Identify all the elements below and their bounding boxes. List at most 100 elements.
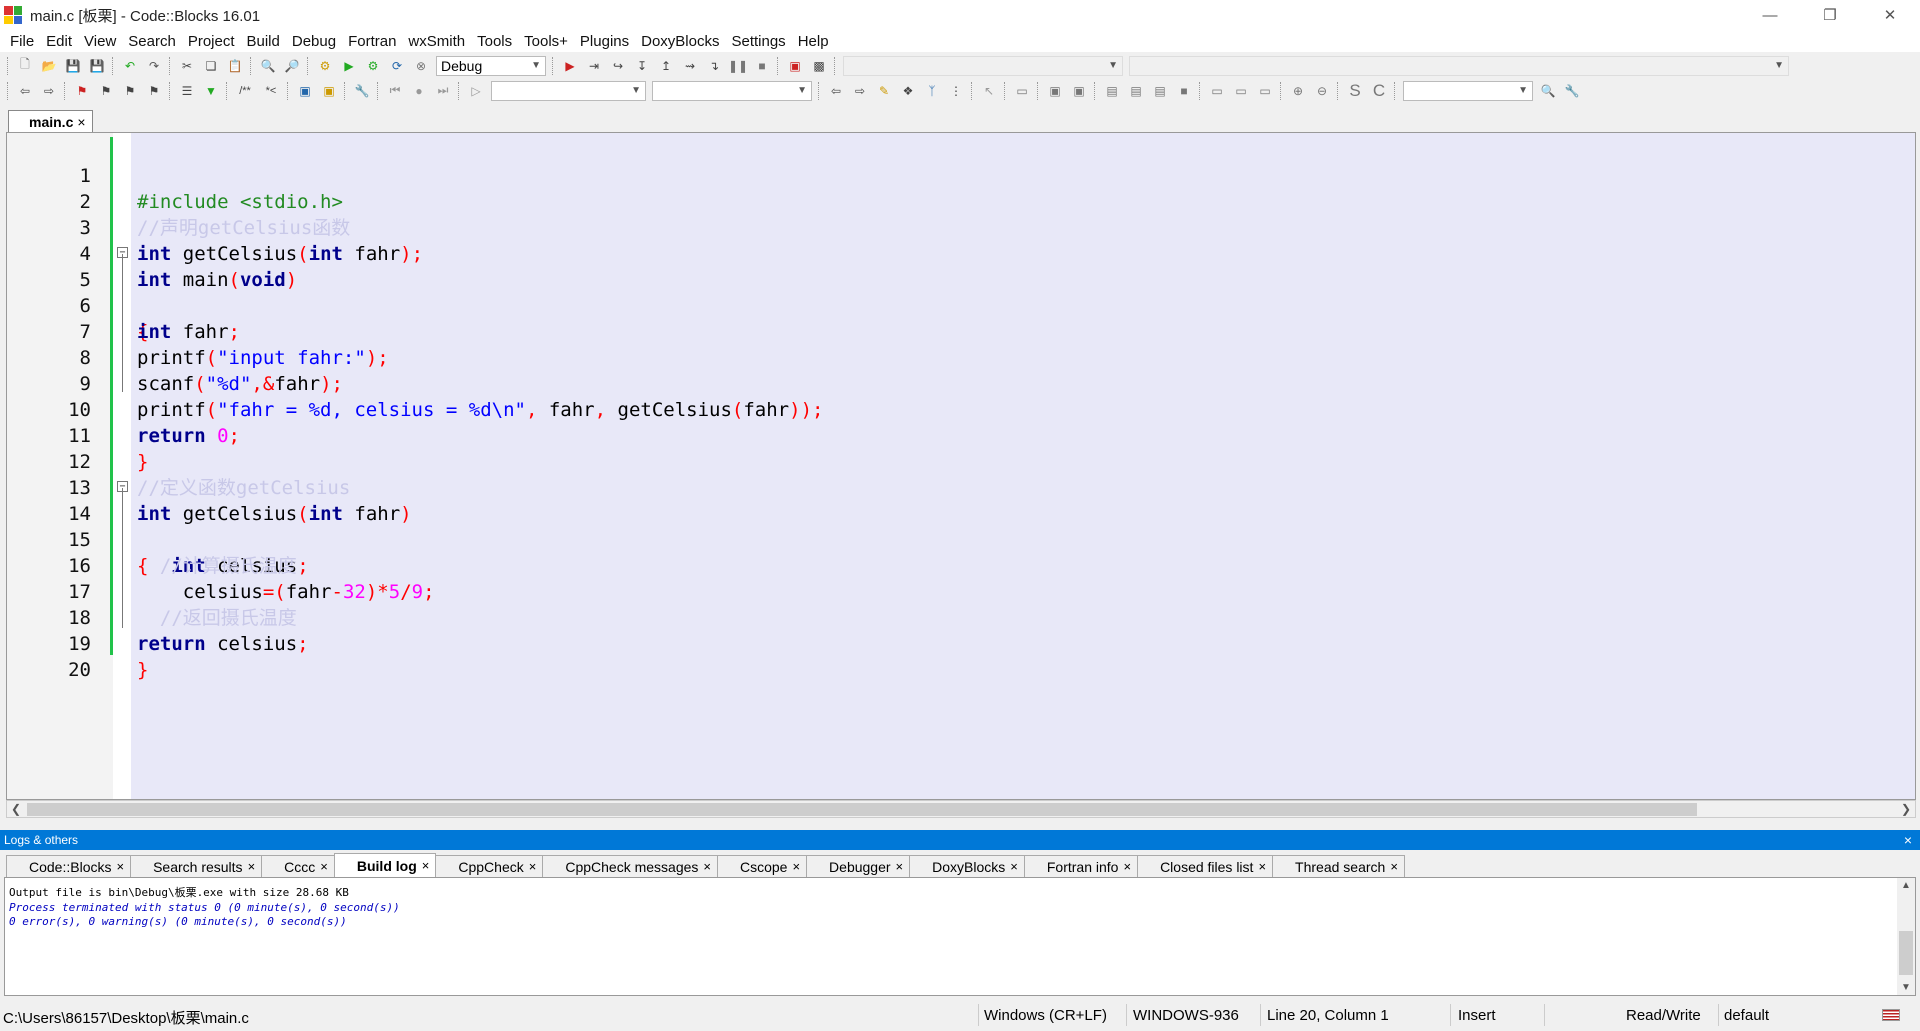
zoom-out-icon[interactable]: ⊖ — [1312, 81, 1332, 101]
function-select[interactable]: ▼ — [652, 80, 812, 101]
search-icon[interactable]: 🔍 — [1538, 81, 1558, 101]
menu-fortran[interactable]: Fortran — [342, 33, 402, 50]
open-file-icon[interactable]: 📂 — [39, 56, 59, 76]
tab-cscope[interactable]: Cscope × — [716, 855, 808, 877]
close-tab-icon[interactable]: × — [116, 859, 124, 874]
rebuild-icon[interactable]: ⟳ — [387, 56, 407, 76]
close-tab-icon[interactable]: × — [320, 859, 328, 874]
tab-cppcheck-messages[interactable]: CppCheck messages × — [542, 855, 718, 877]
compile-file-icon[interactable]: ▼ — [201, 81, 221, 101]
toolbar-grip[interactable] — [7, 81, 10, 100]
save-all-icon[interactable]: 💾 — [87, 56, 107, 76]
tab-thread-search[interactable]: Thread search × — [1272, 855, 1405, 877]
build-target-select[interactable]: Debug ▼ — [436, 55, 546, 76]
wx-panel-icon[interactable]: ▣ — [1045, 81, 1065, 101]
paste-icon[interactable]: 📋 — [225, 56, 245, 76]
close-tab-icon[interactable]: × — [1010, 859, 1018, 874]
tab-doxyblocks[interactable]: DoxyBlocks × — [909, 855, 1025, 877]
close-tab-icon[interactable]: × — [792, 859, 800, 874]
wx-sizer-1-icon[interactable]: ▤ — [1102, 81, 1122, 101]
highlight-icon[interactable]: ✎ — [874, 81, 894, 101]
code-completion-icon[interactable]: ☰ — [177, 81, 197, 101]
debug-windows-icon[interactable]: ▣ — [785, 56, 805, 76]
menu-tools[interactable]: Tools — [471, 33, 518, 50]
tab-debugger[interactable]: Debugger × — [806, 855, 911, 877]
next-line-icon[interactable]: ↪ — [608, 56, 628, 76]
build-run-icon[interactable]: ⚙ — [363, 56, 383, 76]
scrollbar-thumb[interactable] — [1899, 931, 1913, 975]
dot-icon[interactable]: ● — [409, 81, 429, 101]
tab-codeblocks[interactable]: Code::Blocks × — [6, 855, 132, 877]
menu-project[interactable]: Project — [182, 33, 241, 50]
tab-cccc[interactable]: Cccc × — [261, 855, 335, 877]
last-icon[interactable]: ⏭ — [433, 81, 453, 101]
menu-file[interactable]: File — [4, 33, 40, 50]
menu-edit[interactable]: Edit — [40, 33, 78, 50]
scope-select[interactable]: ▼ — [491, 80, 646, 101]
prev-bookmark-icon[interactable]: ⚑ — [96, 81, 116, 101]
abort-icon[interactable]: ⊗ — [411, 56, 431, 76]
doxywizard-icon[interactable]: ▣ — [295, 81, 315, 101]
wx-sizer-4-icon[interactable]: ■ — [1174, 81, 1194, 101]
build-icon[interactable]: ⚙ — [315, 56, 335, 76]
toolbar-grip[interactable] — [7, 56, 10, 75]
step-instruction-icon[interactable]: ↴ — [704, 56, 724, 76]
symbol-scope-icon[interactable]: ▷ — [466, 81, 486, 101]
close-tab-icon[interactable]: × — [529, 859, 537, 874]
search-combo[interactable]: ▼ — [1403, 80, 1533, 101]
tab-build-log[interactable]: Build log × — [333, 853, 437, 877]
scroll-down-icon[interactable]: ▼ — [1901, 982, 1911, 993]
match-icon[interactable]: ❖ — [898, 81, 918, 101]
build-log-output[interactable]: Output file is bin\Debug\板栗.exe with siz… — [4, 877, 1916, 996]
close-tab-icon[interactable]: × — [703, 859, 711, 874]
editor-horizontal-scrollbar[interactable]: ❮ ❯ — [6, 800, 1916, 818]
close-tab-icon[interactable]: × — [1258, 859, 1266, 874]
menu-plugins[interactable]: Plugins — [574, 33, 635, 50]
doxy-line-comment-button[interactable]: *< — [260, 81, 282, 101]
close-tab-icon[interactable]: × — [248, 859, 256, 874]
run-to-cursor-icon[interactable]: ⇥ — [584, 56, 604, 76]
toggle-bookmark-icon[interactable]: ⚑ — [72, 81, 92, 101]
text-style-icon[interactable]: ᛉ — [922, 81, 942, 101]
wx-dialog-icon[interactable]: ▣ — [1069, 81, 1089, 101]
copy-icon[interactable]: ❏ — [201, 56, 221, 76]
close-icon[interactable]: ✕ — [1860, 0, 1920, 30]
find-icon[interactable]: 🔍 — [258, 56, 278, 76]
nav-forward-icon[interactable]: ⇨ — [850, 81, 870, 101]
scroll-right-icon[interactable]: ❯ — [1901, 801, 1911, 817]
step-out-icon[interactable]: ↥ — [656, 56, 676, 76]
close-tab-icon[interactable]: × — [422, 858, 430, 873]
menu-search[interactable]: Search — [122, 33, 182, 50]
first-icon[interactable]: ⏮ — [385, 81, 405, 101]
search-settings-icon[interactable]: 🔧 — [1562, 81, 1582, 101]
wrench-icon[interactable]: 🔧 — [352, 81, 372, 101]
menu-help[interactable]: Help — [792, 33, 835, 50]
jump-back-icon[interactable]: ⇦ — [15, 81, 35, 101]
scroll-up-icon[interactable]: ▲ — [1901, 880, 1911, 891]
debug-start-icon[interactable]: ▶ — [560, 56, 580, 76]
save-icon[interactable]: 💾 — [63, 56, 83, 76]
wx-box-2-icon[interactable]: ▭ — [1231, 81, 1251, 101]
stop-icon[interactable]: ■ — [752, 56, 772, 76]
wx-box-1-icon[interactable]: ▭ — [1207, 81, 1227, 101]
log-vertical-scrollbar[interactable]: ▲ ▼ — [1897, 878, 1915, 995]
tab-cppcheck[interactable]: CppCheck × — [435, 855, 544, 877]
replace-icon[interactable]: 🔎 — [282, 56, 302, 76]
menu-doxyblocks[interactable]: DoxyBlocks — [635, 33, 725, 50]
select-mode-icon[interactable]: ⋮ — [946, 81, 966, 101]
next-instruction-icon[interactable]: ⇝ — [680, 56, 700, 76]
new-file-icon[interactable]: 🗋 — [15, 56, 35, 76]
pause-icon[interactable]: ❚❚ — [728, 56, 748, 76]
minimize-icon[interactable]: — — [1740, 0, 1800, 30]
redo-icon[interactable]: ↷ — [144, 56, 164, 76]
wx-box-3-icon[interactable]: ▭ — [1255, 81, 1275, 101]
run-icon[interactable]: ▶ — [339, 56, 359, 76]
wx-frame-icon[interactable]: ▭ — [1012, 81, 1032, 101]
wx-sizer-2-icon[interactable]: ▤ — [1126, 81, 1146, 101]
menu-wxsmith[interactable]: wxSmith — [402, 33, 471, 50]
next-bookmark-icon[interactable]: ⚑ — [120, 81, 140, 101]
debug-info-icon[interactable]: ▩ — [809, 56, 829, 76]
symbol-c-button[interactable]: C — [1369, 81, 1389, 101]
close-tab-icon[interactable]: × — [1123, 859, 1131, 874]
cut-icon[interactable]: ✂ — [177, 56, 197, 76]
